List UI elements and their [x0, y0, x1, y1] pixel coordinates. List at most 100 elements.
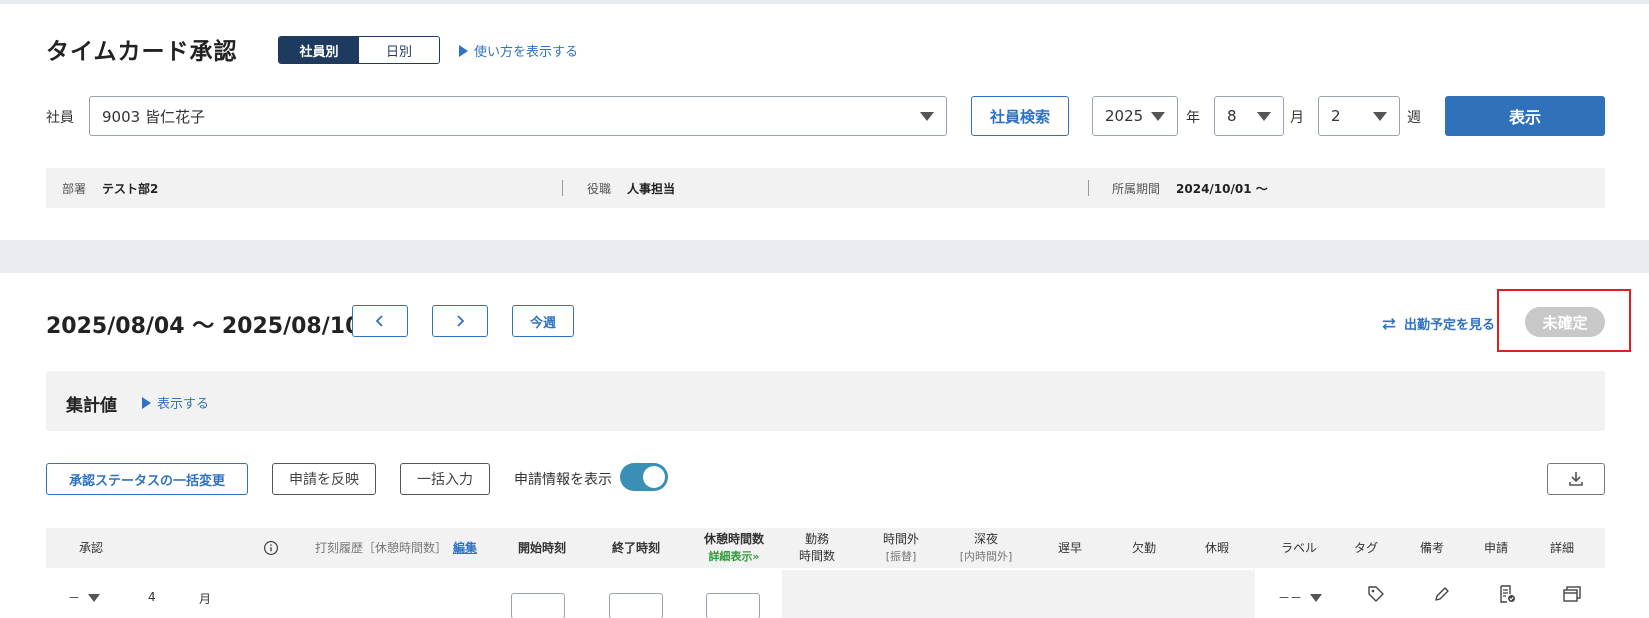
page-title: タイムカード承認 — [46, 39, 238, 65]
col-start-label: 開始時刻 — [517, 540, 566, 555]
help-link-label: 使い方を表示する — [474, 45, 579, 60]
employee-select[interactable]: 9003 皆仁花子 — [89, 96, 947, 136]
request-button[interactable] — [1497, 584, 1517, 608]
month-select[interactable]: 8 — [1214, 96, 1284, 136]
show-request-toggle[interactable] — [620, 463, 668, 491]
tab-by-employee[interactable]: 社員別 — [279, 37, 359, 63]
help-link[interactable]: 使い方を表示する — [459, 41, 578, 60]
chevron-down-icon — [920, 112, 934, 121]
label-select[interactable]: －－ — [1278, 589, 1323, 606]
note-button[interactable] — [1432, 584, 1452, 608]
employee-search-button[interactable]: 社員検索 — [971, 96, 1069, 136]
period-info: 所属期間 2024/10/01 〜 — [1112, 168, 1268, 208]
download-button[interactable] — [1547, 463, 1605, 495]
col-night: 深夜 [内時間外] — [946, 528, 1026, 568]
col-absence-label: 欠勤 — [1131, 540, 1156, 555]
divider — [562, 180, 563, 196]
col-work-label-1: 勤務 — [804, 532, 829, 546]
col-start: 開始時刻 — [502, 528, 582, 568]
col-end: 終了時刻 — [596, 528, 676, 568]
col-absence: 欠勤 — [1124, 528, 1164, 568]
triangle-right-icon — [142, 396, 151, 409]
chevron-down-icon — [1310, 593, 1323, 602]
week-unit: 週 — [1407, 110, 1421, 126]
department-info: 部署 テスト部2 — [62, 168, 158, 208]
swap-arrows-icon — [1382, 317, 1396, 330]
col-break: 休憩時間数 詳細表示» — [689, 528, 779, 568]
col-overtime-label-2: [振替] — [885, 550, 917, 563]
summary-section: 集計値 表示する — [46, 371, 1605, 431]
col-overtime-label-1: 時間外 — [882, 532, 919, 546]
next-week-button[interactable] — [432, 305, 488, 337]
tab-by-day[interactable]: 日別 — [359, 37, 439, 63]
date-range: 2025/08/04 〜 2025/08/10 — [46, 314, 361, 339]
this-week-button[interactable]: 今週 — [512, 305, 574, 337]
history-edit-link[interactable]: 編集 — [453, 540, 477, 557]
position-value: 人事担当 — [627, 181, 676, 196]
chevron-down-icon — [1151, 112, 1165, 121]
col-detail: 詳細 — [1542, 528, 1582, 568]
position-info: 役職 人事担当 — [587, 168, 675, 208]
col-break-label: 休憩時間数 — [703, 532, 764, 546]
month-select-value: 8 — [1227, 107, 1237, 125]
col-approval-label: 承認 — [78, 540, 103, 555]
tag-icon — [1368, 586, 1384, 602]
col-tag-label: タグ — [1353, 540, 1378, 555]
status-badge[interactable]: 未確定 — [1525, 307, 1605, 337]
col-label-label: ラベル — [1280, 540, 1317, 555]
col-night-label-2: [内時間外] — [959, 550, 1013, 563]
col-overtime: 時間外 [振替] — [876, 528, 926, 568]
position-label: 役職 — [587, 181, 612, 196]
col-detail-label: 詳細 — [1549, 540, 1574, 555]
col-leave: 休暇 — [1197, 528, 1237, 568]
reflect-request-button[interactable]: 申請を反映 — [272, 463, 376, 495]
employee-select-value: 9003 皆仁花子 — [102, 107, 205, 126]
label-value: －－ — [1278, 591, 1303, 605]
summary-title: 集計値 — [66, 396, 117, 416]
break-time-input[interactable] — [706, 593, 760, 618]
col-late-label: 遅早 — [1057, 540, 1082, 555]
year-select[interactable]: 2025 — [1092, 96, 1178, 136]
summary-toggle-label: 表示する — [157, 397, 210, 412]
toggle-knob — [643, 466, 665, 488]
start-time-input[interactable] — [511, 593, 565, 618]
bulk-status-button[interactable]: 承認ステータスの一括変更 — [46, 463, 248, 495]
display-button[interactable]: 表示 — [1445, 96, 1605, 136]
month-unit: 月 — [1290, 110, 1304, 126]
pencil-icon — [1435, 587, 1449, 601]
employee-label: 社員 — [46, 110, 74, 126]
end-time-input[interactable] — [609, 593, 663, 618]
row-grey-area — [782, 570, 1255, 618]
col-work: 勤務 時間数 — [792, 528, 842, 568]
table-header: 承認 打刻履歴［休憩時間数］ 編集 開始時刻 終了時刻 休憩時間数 詳細表示» … — [46, 528, 1605, 568]
col-late: 遅早 — [1050, 528, 1090, 568]
week-select[interactable]: 2 — [1318, 96, 1400, 136]
col-info[interactable] — [256, 528, 286, 568]
break-detail-link[interactable]: 詳細表示» — [708, 548, 759, 565]
show-request-label: 申請情報を表示 — [514, 472, 612, 488]
chevron-down-icon — [1257, 112, 1271, 121]
tag-button[interactable] — [1366, 584, 1386, 608]
col-end-label: 終了時刻 — [611, 540, 660, 555]
approval-value: － — [68, 591, 81, 605]
detail-button[interactable] — [1562, 584, 1582, 608]
view-toggle: 社員別 日別 — [278, 36, 440, 64]
col-note-label: 備考 — [1419, 540, 1444, 555]
col-note: 備考 — [1412, 528, 1452, 568]
schedule-link[interactable]: 出勤予定を見る — [1380, 314, 1495, 333]
prev-week-button[interactable] — [352, 305, 408, 337]
row-month-unit: 月 — [199, 592, 212, 606]
col-request-label: 申請 — [1483, 540, 1508, 555]
period-label: 所属期間 — [1112, 181, 1161, 196]
employee-info-bar: 部署 テスト部2 役職 人事担当 所属期間 2024/10/01 〜 — [46, 168, 1605, 208]
week-select-value: 2 — [1331, 107, 1341, 125]
chevron-down-icon — [88, 593, 101, 602]
document-check-icon — [1500, 585, 1515, 603]
approval-select[interactable]: － — [68, 589, 101, 606]
download-icon — [1569, 472, 1583, 486]
col-work-label-2: 時間数 — [798, 549, 835, 563]
bulk-input-button[interactable]: 一括入力 — [400, 463, 490, 495]
summary-toggle-link[interactable]: 表示する — [142, 393, 209, 412]
col-label: ラベル — [1274, 528, 1324, 568]
year-unit: 年 — [1186, 110, 1200, 126]
